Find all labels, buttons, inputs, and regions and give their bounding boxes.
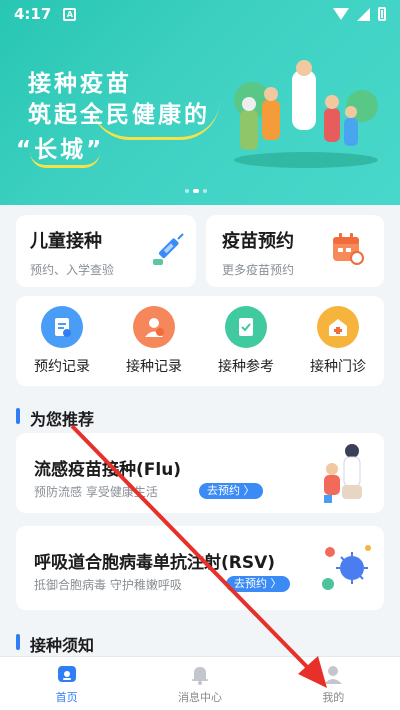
tab-home[interactable]: 首页 bbox=[0, 657, 133, 710]
doctor-vaccination-illustration bbox=[324, 444, 362, 503]
wifi-icon bbox=[333, 8, 349, 20]
family-vaccination-illustration bbox=[234, 60, 378, 168]
book-button[interactable]: 去预约 〉 bbox=[199, 483, 263, 499]
recommend-title: 流感疫苗接种(Flu) bbox=[34, 460, 182, 480]
child-vaccination-card[interactable]: 儿童接种 预约、入学查验 bbox=[16, 215, 196, 287]
banner-headline: 筑起全民健康的 bbox=[28, 102, 210, 128]
quick-label: 预约记录 bbox=[34, 359, 90, 375]
bottom-tab-bar: 首页 消息中心 我的 bbox=[0, 656, 400, 710]
recommend-item-flu[interactable]: 流感疫苗接种(Flu) 预防流感 享受健康生活 去预约 〉 bbox=[16, 433, 384, 513]
recommend-title: 呼吸道合胞病毒单抗注射(RSV) bbox=[34, 553, 276, 573]
profile-icon bbox=[324, 665, 343, 684]
quick-vaccination-record[interactable]: 接种记录 bbox=[114, 306, 194, 376]
pager-dot[interactable] bbox=[203, 189, 207, 193]
reference-icon bbox=[225, 306, 267, 348]
book-button[interactable]: 去预约 〉 bbox=[226, 576, 290, 592]
tab-messages[interactable]: 消息中心 bbox=[133, 657, 266, 710]
quick-label: 接种参考 bbox=[218, 359, 274, 375]
recommend-subtitle: 预防流感 享受健康生活 bbox=[34, 485, 158, 499]
section-title-notice: 接种须知 bbox=[16, 632, 94, 656]
pager-dot[interactable] bbox=[193, 189, 199, 193]
quick-label: 接种记录 bbox=[126, 359, 182, 375]
virus-illustration bbox=[322, 545, 371, 590]
syringe-icon bbox=[153, 233, 184, 265]
home-icon bbox=[57, 665, 76, 682]
quick-label: 接种门诊 bbox=[310, 359, 366, 375]
status-bar: 4:17 A bbox=[0, 0, 400, 28]
card-subtitle: 更多疫苗预约 bbox=[222, 263, 295, 277]
tab-label: 消息中心 bbox=[177, 690, 222, 704]
banner-headline: 接种疫苗 bbox=[28, 71, 132, 97]
calendar-icon bbox=[333, 233, 364, 265]
battery-icon bbox=[378, 7, 386, 21]
signal-icon bbox=[357, 7, 370, 21]
tab-label: 我的 bbox=[322, 690, 345, 704]
card-title: 疫苗预约 bbox=[222, 231, 294, 252]
banner-headline: “长城” bbox=[16, 137, 105, 163]
tab-mine[interactable]: 我的 bbox=[267, 657, 400, 710]
clinic-icon bbox=[317, 306, 359, 348]
appointment-record-icon bbox=[41, 306, 83, 348]
quick-appointment-record[interactable]: 预约记录 bbox=[22, 306, 102, 376]
quick-vaccination-clinic[interactable]: 接种门诊 bbox=[298, 306, 378, 376]
section-title-recommend: 为您推荐 bbox=[16, 406, 94, 430]
card-subtitle: 预约、入学查验 bbox=[30, 263, 115, 277]
pager-dot[interactable] bbox=[185, 189, 189, 193]
vaccine-appointment-card[interactable]: 疫苗预约 更多疫苗预约 bbox=[206, 215, 384, 287]
vaccination-banner[interactable]: 接种疫苗 筑起全民健康的 “长城” bbox=[0, 0, 400, 205]
quick-actions-card: 预约记录 接种记录 接种参考 接种门诊 bbox=[16, 296, 384, 386]
bell-icon bbox=[191, 666, 208, 685]
banner-pager[interactable] bbox=[185, 189, 207, 193]
vaccination-record-icon bbox=[133, 306, 175, 348]
tab-label: 首页 bbox=[55, 690, 78, 704]
recommend-item-rsv[interactable]: 呼吸道合胞病毒单抗注射(RSV) 抵御合胞病毒 守护稚嫩呼吸 去预约 〉 bbox=[16, 526, 384, 610]
status-time: 4:17 bbox=[14, 5, 52, 23]
quick-vaccination-reference[interactable]: 接种参考 bbox=[206, 306, 286, 376]
card-title: 儿童接种 bbox=[30, 231, 102, 252]
notification-icon: A bbox=[63, 7, 77, 21]
recommend-subtitle: 抵御合胞病毒 守护稚嫩呼吸 bbox=[34, 578, 182, 592]
